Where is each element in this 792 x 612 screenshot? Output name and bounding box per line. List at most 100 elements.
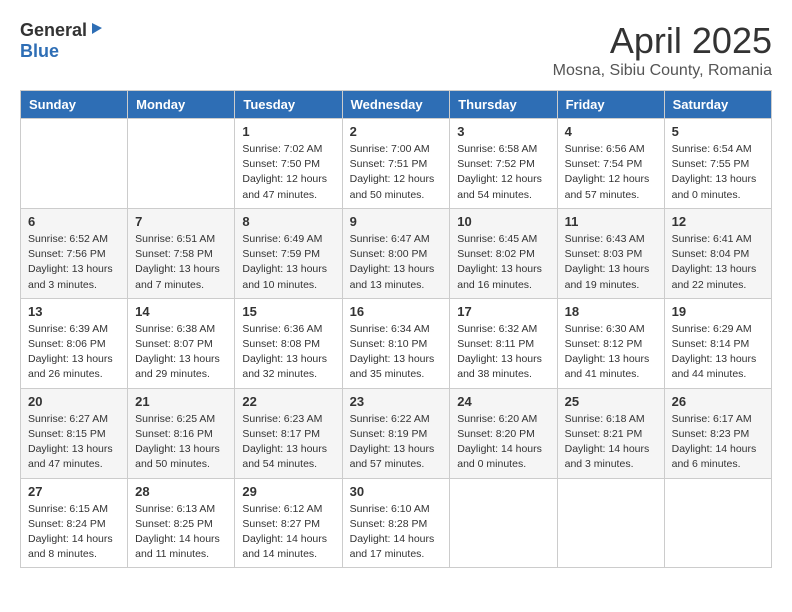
calendar-week-row: 27 Sunrise: 6:15 AM Sunset: 8:24 PM Dayli…: [21, 478, 772, 568]
day-info: Sunrise: 6:45 AM Sunset: 8:02 PM Dayligh…: [457, 232, 549, 293]
calendar-cell: 18 Sunrise: 6:30 AM Sunset: 8:12 PM Dayli…: [557, 298, 664, 388]
day-number: 16: [350, 304, 443, 319]
day-number: 7: [135, 214, 227, 229]
day-info: Sunrise: 6:10 AM Sunset: 8:28 PM Dayligh…: [350, 502, 443, 563]
calendar-cell: 24Sunrise: 6:20 AM Sunset: 8:20 PM Dayli…: [450, 388, 557, 478]
day-number: 29: [242, 484, 334, 499]
day-info: Sunrise: 6:51 AM Sunset: 7:58 PM Dayligh…: [135, 232, 227, 293]
location-title: Mosna, Sibiu County, Romania: [553, 62, 772, 80]
day-info: Sunrise: 6:58 AM Sunset: 7:52 PM Dayligh…: [457, 142, 549, 203]
day-number: 21: [135, 394, 227, 409]
calendar-week-row: 6Sunrise: 6:52 AM Sunset: 7:56 PM Daylig…: [21, 208, 772, 298]
calendar-cell: 8 Sunrise: 6:49 AM Sunset: 7:59 PM Daylig…: [235, 208, 342, 298]
day-number: 5: [672, 124, 764, 139]
calendar-cell: 15 Sunrise: 6:36 AM Sunset: 8:08 PM Dayli…: [235, 298, 342, 388]
calendar-header-row: SundayMondayTuesdayWednesdayThursdayFrid…: [21, 91, 772, 119]
calendar-cell: [450, 478, 557, 568]
calendar-cell: [557, 478, 664, 568]
day-number: 28: [135, 484, 227, 499]
calendar-cell: 4 Sunrise: 6:56 AM Sunset: 7:54 PM Daylig…: [557, 119, 664, 209]
day-info: Sunrise: 6:12 AM Sunset: 8:27 PM Dayligh…: [242, 502, 334, 563]
day-info: Sunrise: 6:38 AM Sunset: 8:07 PM Dayligh…: [135, 322, 227, 383]
day-number: 26: [672, 394, 764, 409]
title-section: April 2025 Mosna, Sibiu County, Romania: [553, 20, 772, 80]
day-info: Sunrise: 6:52 AM Sunset: 7:56 PM Dayligh…: [28, 232, 120, 293]
day-number: 4: [565, 124, 657, 139]
day-number: 11: [565, 214, 657, 229]
day-number: 1: [242, 124, 334, 139]
day-number: 30: [350, 484, 443, 499]
calendar-cell: 30 Sunrise: 6:10 AM Sunset: 8:28 PM Dayli…: [342, 478, 450, 568]
day-info: Sunrise: 6:41 AM Sunset: 8:04 PM Dayligh…: [672, 232, 764, 293]
calendar-week-row: 13 Sunrise: 6:39 AM Sunset: 8:06 PM Dayli…: [21, 298, 772, 388]
day-info: Sunrise: 6:29 AM Sunset: 8:14 PM Dayligh…: [672, 322, 764, 383]
calendar-cell: 29 Sunrise: 6:12 AM Sunset: 8:27 PM Dayli…: [235, 478, 342, 568]
day-info: Sunrise: 6:49 AM Sunset: 7:59 PM Dayligh…: [242, 232, 334, 293]
day-header-tuesday: Tuesday: [235, 91, 342, 119]
day-info: Sunrise: 6:54 AM Sunset: 7:55 PM Dayligh…: [672, 142, 764, 203]
calendar-cell: 17 Sunrise: 6:32 AM Sunset: 8:11 PM Dayli…: [450, 298, 557, 388]
day-info: Sunrise: 6:23 AM Sunset: 8:17 PM Dayligh…: [242, 412, 334, 473]
calendar-cell: 19 Sunrise: 6:29 AM Sunset: 8:14 PM Dayli…: [664, 298, 771, 388]
month-title: April 2025: [553, 20, 772, 62]
day-number: 17: [457, 304, 549, 319]
calendar: SundayMondayTuesdayWednesdayThursdayFrid…: [20, 90, 772, 568]
calendar-week-row: 20Sunrise: 6:27 AM Sunset: 8:15 PM Dayli…: [21, 388, 772, 478]
day-info: Sunrise: 6:18 AM Sunset: 8:21 PM Dayligh…: [565, 412, 657, 473]
day-header-thursday: Thursday: [450, 91, 557, 119]
day-info: Sunrise: 7:00 AM Sunset: 7:51 PM Dayligh…: [350, 142, 443, 203]
day-number: 22: [242, 394, 334, 409]
day-number: 10: [457, 214, 549, 229]
calendar-cell: 1 Sunrise: 7:02 AM Sunset: 7:50 PM Daylig…: [235, 119, 342, 209]
day-info: Sunrise: 6:56 AM Sunset: 7:54 PM Dayligh…: [565, 142, 657, 203]
day-number: 15: [242, 304, 334, 319]
day-number: 12: [672, 214, 764, 229]
day-info: Sunrise: 6:15 AM Sunset: 8:24 PM Dayligh…: [28, 502, 120, 563]
day-info: Sunrise: 6:27 AM Sunset: 8:15 PM Dayligh…: [28, 412, 120, 473]
day-number: 18: [565, 304, 657, 319]
day-number: 23: [350, 394, 443, 409]
day-header-wednesday: Wednesday: [342, 91, 450, 119]
day-number: 14: [135, 304, 227, 319]
calendar-cell: 3 Sunrise: 6:58 AM Sunset: 7:52 PM Daylig…: [450, 119, 557, 209]
calendar-cell: [21, 119, 128, 209]
calendar-cell: 13 Sunrise: 6:39 AM Sunset: 8:06 PM Dayli…: [21, 298, 128, 388]
logo-general-text: General: [20, 20, 87, 41]
calendar-cell: [664, 478, 771, 568]
calendar-cell: 12 Sunrise: 6:41 AM Sunset: 8:04 PM Dayli…: [664, 208, 771, 298]
calendar-cell: 23Sunrise: 6:22 AM Sunset: 8:19 PM Dayli…: [342, 388, 450, 478]
day-info: Sunrise: 6:47 AM Sunset: 8:00 PM Dayligh…: [350, 232, 443, 293]
calendar-cell: 7 Sunrise: 6:51 AM Sunset: 7:58 PM Daylig…: [128, 208, 235, 298]
calendar-cell: 2Sunrise: 7:00 AM Sunset: 7:51 PM Daylig…: [342, 119, 450, 209]
calendar-cell: 9 Sunrise: 6:47 AM Sunset: 8:00 PM Daylig…: [342, 208, 450, 298]
calendar-cell: 26 Sunrise: 6:17 AM Sunset: 8:23 PM Dayli…: [664, 388, 771, 478]
calendar-cell: 20Sunrise: 6:27 AM Sunset: 8:15 PM Dayli…: [21, 388, 128, 478]
day-info: Sunrise: 6:39 AM Sunset: 8:06 PM Dayligh…: [28, 322, 120, 383]
day-number: 3: [457, 124, 549, 139]
calendar-cell: [128, 119, 235, 209]
day-number: 27: [28, 484, 120, 499]
day-number: 19: [672, 304, 764, 319]
day-header-friday: Friday: [557, 91, 664, 119]
logo-blue-text: Blue: [20, 41, 59, 61]
day-number: 25: [565, 394, 657, 409]
calendar-cell: 6Sunrise: 6:52 AM Sunset: 7:56 PM Daylig…: [21, 208, 128, 298]
day-info: Sunrise: 6:30 AM Sunset: 8:12 PM Dayligh…: [565, 322, 657, 383]
day-number: 13: [28, 304, 120, 319]
day-number: 8: [242, 214, 334, 229]
day-number: 9: [350, 214, 443, 229]
day-header-monday: Monday: [128, 91, 235, 119]
calendar-cell: 16Sunrise: 6:34 AM Sunset: 8:10 PM Dayli…: [342, 298, 450, 388]
day-info: Sunrise: 6:13 AM Sunset: 8:25 PM Dayligh…: [135, 502, 227, 563]
day-info: Sunrise: 6:32 AM Sunset: 8:11 PM Dayligh…: [457, 322, 549, 383]
day-info: Sunrise: 6:36 AM Sunset: 8:08 PM Dayligh…: [242, 322, 334, 383]
calendar-cell: 21Sunrise: 6:25 AM Sunset: 8:16 PM Dayli…: [128, 388, 235, 478]
day-info: Sunrise: 6:20 AM Sunset: 8:20 PM Dayligh…: [457, 412, 549, 473]
logo: General Blue: [20, 20, 104, 62]
day-info: Sunrise: 7:02 AM Sunset: 7:50 PM Dayligh…: [242, 142, 334, 203]
calendar-cell: 10 Sunrise: 6:45 AM Sunset: 8:02 PM Dayli…: [450, 208, 557, 298]
calendar-cell: 5 Sunrise: 6:54 AM Sunset: 7:55 PM Daylig…: [664, 119, 771, 209]
logo-arrow-icon: [90, 22, 104, 41]
day-info: Sunrise: 6:17 AM Sunset: 8:23 PM Dayligh…: [672, 412, 764, 473]
calendar-week-row: 1 Sunrise: 7:02 AM Sunset: 7:50 PM Daylig…: [21, 119, 772, 209]
